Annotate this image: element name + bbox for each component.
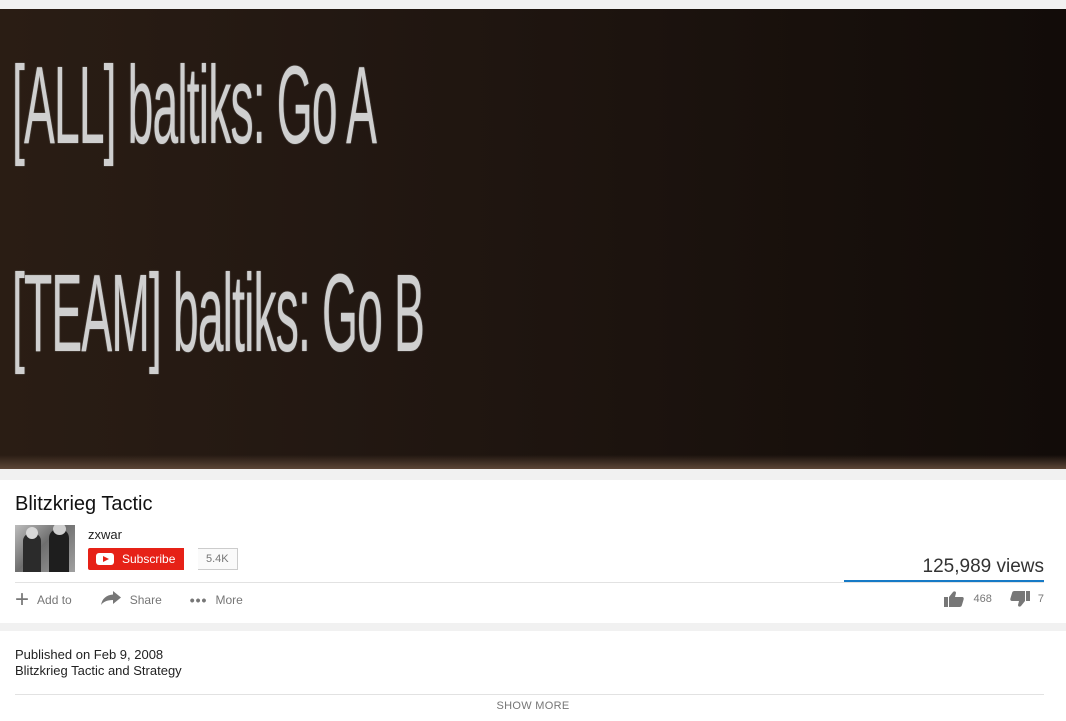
avatar-figure (49, 529, 69, 572)
video-caption-line-1: [ALL] baltiks: Go A (12, 44, 377, 167)
share-label: Share (129, 592, 162, 607)
video-player[interactable]: [ALL] baltiks: Go A [TEAM] baltiks: Go B (0, 9, 1066, 469)
share-button[interactable]: Share (100, 590, 162, 609)
more-dots-icon: ••• (189, 591, 208, 608)
like-count: 468 (973, 593, 992, 605)
subscriber-count: 5.4K (198, 548, 238, 570)
info-divider (15, 582, 1044, 583)
add-to-label: Add to (37, 592, 72, 607)
subscribe-label: Subscribe (122, 552, 176, 566)
show-more-button[interactable]: SHOW MORE (0, 700, 1066, 712)
youtube-logo-icon (96, 553, 114, 565)
video-caption-line-2: [TEAM] baltiks: Go B (12, 252, 425, 375)
video-info-panel: Blitzkrieg Tactic zxwar Subscribe 5.4K 1… (0, 480, 1066, 623)
add-to-button[interactable]: + Add to (15, 585, 72, 613)
avatar-figure (26, 527, 38, 539)
share-arrow-icon (100, 590, 122, 609)
dislike-button[interactable]: 7 (992, 591, 1044, 607)
description-divider (15, 694, 1044, 695)
description-text: Blitzkrieg Tactic and Strategy (15, 663, 182, 678)
description-panel: Published on Feb 9, 2008 Blitzkrieg Tact… (0, 631, 1066, 721)
video-title: Blitzkrieg Tactic (15, 493, 153, 515)
top-strip (0, 0, 1066, 9)
plus-icon: + (15, 585, 30, 613)
rating-controls: 468 7 (943, 591, 1044, 607)
channel-avatar[interactable] (15, 525, 75, 572)
thumbs-down-icon (1010, 591, 1030, 607)
subscribe-button[interactable]: Subscribe (88, 548, 185, 570)
thumbs-up-icon (943, 591, 964, 607)
channel-name[interactable]: zxwar (88, 527, 122, 542)
more-button[interactable]: ••• More (190, 592, 243, 608)
dislike-count: 7 (1037, 593, 1044, 605)
more-label: More (215, 592, 243, 607)
action-bar: + Add to Share ••• More (15, 585, 271, 613)
publish-date: Published on Feb 9, 2008 (15, 647, 164, 662)
view-count: 125,989 views (922, 556, 1044, 577)
like-button[interactable]: 468 (943, 591, 992, 607)
